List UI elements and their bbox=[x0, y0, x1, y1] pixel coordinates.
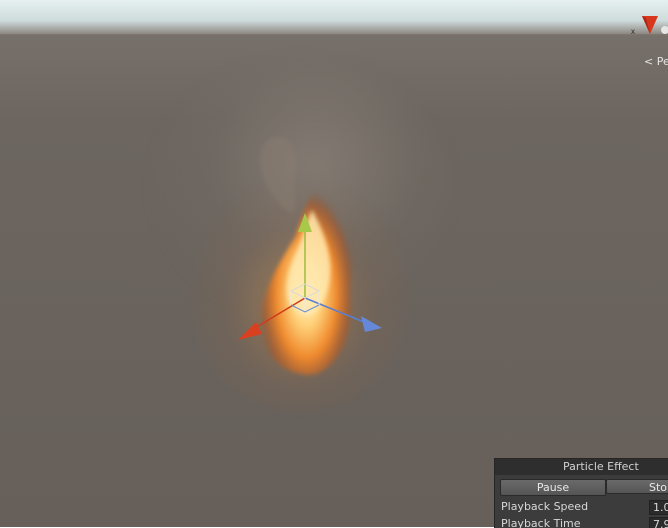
playback-time-row: Playback Time 7.9 bbox=[501, 516, 668, 528]
panel-title: Particle Effect bbox=[495, 459, 668, 475]
projection-toggle[interactable]: < Pe bbox=[644, 55, 668, 68]
y-axis-arrow-icon[interactable] bbox=[298, 213, 312, 232]
x-axis-arrow-icon[interactable] bbox=[238, 322, 262, 340]
pause-button[interactable]: Pause bbox=[500, 479, 606, 496]
playback-speed-field[interactable]: 1.0 bbox=[649, 500, 668, 515]
scene-view[interactable]: x < Pe bbox=[0, 0, 668, 527]
x-axis-handle[interactable] bbox=[254, 297, 306, 329]
playback-buttons: Pause Stop bbox=[500, 479, 668, 496]
stop-button[interactable]: Stop bbox=[606, 479, 668, 494]
playback-time-field[interactable]: 7.9 bbox=[649, 517, 668, 528]
particle-effect-panel: Particle Effect Pause Stop Playback Spee… bbox=[494, 458, 668, 528]
playback-time-label: Playback Time bbox=[501, 517, 581, 528]
z-axis-handle[interactable] bbox=[304, 297, 365, 323]
playback-speed-label: Playback Speed bbox=[501, 500, 589, 513]
scene-orientation-gizmo-icon[interactable]: x bbox=[630, 10, 668, 40]
playback-speed-row: Playback Speed 1.0 bbox=[501, 499, 668, 515]
transform-gizmo[interactable] bbox=[0, 0, 668, 527]
z-axis-arrow-icon[interactable] bbox=[361, 316, 382, 332]
scene-gizmo-axis-label: x bbox=[631, 27, 635, 36]
